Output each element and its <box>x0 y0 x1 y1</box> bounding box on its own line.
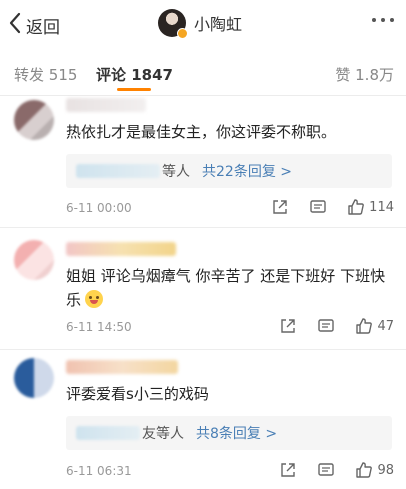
profile-name[interactable]: 小陶虹 <box>194 11 242 35</box>
share-icon[interactable] <box>271 198 289 216</box>
profile-header[interactable]: 小陶虹 <box>158 9 242 39</box>
verified-badge-icon <box>177 28 188 39</box>
active-tab-indicator <box>117 88 151 91</box>
like-count: 47 <box>377 318 394 334</box>
reply-count-link[interactable]: 共8条回复 > <box>196 423 277 443</box>
tab-like-count: 1.8万 <box>355 66 394 84</box>
comment-time: 6-11 00:00 <box>66 201 132 215</box>
commenter-avatar[interactable] <box>14 358 54 398</box>
avatar[interactable] <box>158 9 188 39</box>
more-options-icon[interactable] <box>372 18 394 22</box>
tab-repost-count: 515 <box>48 66 78 84</box>
tab-comment-count: 1847 <box>131 66 173 84</box>
comment-text: 热依扎才是最佳女主，你这评委不称职。 <box>66 123 337 141</box>
share-icon[interactable] <box>279 461 297 479</box>
like-button[interactable]: 114 <box>347 198 394 216</box>
commenter-avatar[interactable] <box>14 240 54 280</box>
share-icon[interactable] <box>279 317 297 335</box>
reply-suffix: 等人 <box>162 164 190 180</box>
comment-item: 评委爱看s小三的戏码 友等人 共8条回复 > 6-11 06:31 98 <box>0 350 406 489</box>
comment-text: 评委爱看s小三的戏码 <box>66 385 209 403</box>
reply-count-link[interactable]: 共22条回复 > <box>202 161 292 181</box>
smile-emoji-icon <box>85 290 104 308</box>
back-button[interactable]: 返回 <box>8 12 60 38</box>
comment-time: 6-11 06:31 <box>66 464 132 478</box>
like-button[interactable]: 47 <box>355 317 394 335</box>
like-count: 98 <box>377 462 394 478</box>
chevron-left-icon <box>8 12 22 38</box>
commenter-avatar[interactable] <box>14 100 54 140</box>
reply-summary[interactable]: 等人 共22条回复 > <box>66 154 392 188</box>
comment-icon[interactable] <box>317 317 335 335</box>
comment-text-content: 姐姐 评论乌烟瘴气 你辛苦了 还是下班好 下班快乐 <box>66 267 386 309</box>
back-label: 返回 <box>26 17 60 38</box>
comment-text: 姐姐 评论乌烟瘴气 你辛苦了 还是下班好 下班快乐 <box>66 264 392 312</box>
commenter-name[interactable] <box>66 242 176 256</box>
tab-comment[interactable]: 评论 1847 <box>96 64 173 85</box>
comment-time: 6-11 14:50 <box>66 320 132 334</box>
thumbs-up-icon <box>356 318 373 334</box>
top-bar: 返回 小陶虹 <box>0 0 406 50</box>
comment-actions: 47 <box>279 317 394 335</box>
commenter-name[interactable] <box>66 98 146 112</box>
comment-icon[interactable] <box>317 461 335 479</box>
commenter-name[interactable] <box>66 360 178 374</box>
thumbs-up-icon <box>356 462 373 478</box>
comment-actions: 98 <box>279 461 394 479</box>
reply-user-names <box>76 164 160 178</box>
tab-repost[interactable]: 转发 515 <box>14 64 77 85</box>
comment-item: 姐姐 评论乌烟瘴气 你辛苦了 还是下班好 下班快乐 6-11 14:50 47 <box>0 228 406 350</box>
reply-summary[interactable]: 友等人 共8条回复 > <box>66 416 392 450</box>
tab-like-label: 赞 <box>335 66 351 84</box>
like-count: 114 <box>369 199 394 215</box>
tab-bar: 转发 515 评论 1847 赞 1.8万 <box>0 50 406 96</box>
thumbs-up-icon <box>348 199 365 215</box>
like-button[interactable]: 98 <box>355 461 394 479</box>
tab-like[interactable]: 赞 1.8万 <box>335 64 394 85</box>
reply-user-names <box>76 426 140 440</box>
comment-item: 热依扎才是最佳女主，你这评委不称职。 等人 共22条回复 > 6-11 00:0… <box>0 96 406 228</box>
comment-actions: 114 <box>271 198 394 216</box>
tab-repost-label: 转发 <box>14 66 45 84</box>
tab-comment-label: 评论 <box>96 66 127 84</box>
reply-suffix: 友等人 <box>142 426 184 442</box>
comment-icon[interactable] <box>309 198 327 216</box>
